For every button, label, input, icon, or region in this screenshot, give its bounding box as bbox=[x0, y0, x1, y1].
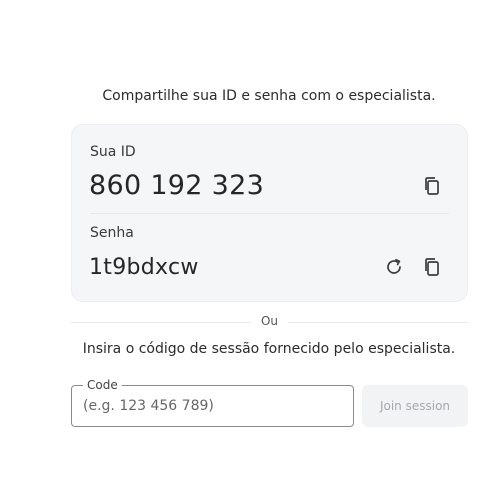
session-instruction: Insira o código de sessão fornecido pelo… bbox=[82, 341, 456, 357]
copy-password-button[interactable] bbox=[421, 256, 443, 278]
code-input[interactable] bbox=[83, 396, 343, 416]
join-session-button[interactable]: Join session bbox=[362, 385, 468, 427]
code-field: Code bbox=[71, 377, 354, 427]
separator-text: Ou bbox=[260, 314, 279, 328]
or-separator: Ou bbox=[71, 314, 468, 330]
copy-icon bbox=[425, 258, 439, 276]
code-field-label: Code bbox=[83, 377, 122, 393]
remote-support-panel: Compartilhe sua ID e senha com o especia… bbox=[0, 0, 500, 492]
refresh-icon bbox=[387, 258, 401, 274]
password-value: 1t9bdxcw bbox=[89, 255, 199, 280]
password-label: Senha bbox=[90, 225, 134, 241]
credentials-card: Sua ID 860 192 323 Senha 1t9bdxcw bbox=[71, 124, 468, 302]
copy-icon bbox=[425, 177, 439, 195]
credentials-divider bbox=[90, 213, 449, 214]
share-instruction: Compartilhe sua ID e senha com o especia… bbox=[102, 88, 436, 104]
id-value: 860 192 323 bbox=[89, 170, 265, 201]
copy-id-button[interactable] bbox=[421, 175, 443, 197]
separator-line-right bbox=[288, 322, 468, 323]
refresh-password-button[interactable] bbox=[383, 256, 405, 278]
id-label: Sua ID bbox=[90, 144, 136, 160]
